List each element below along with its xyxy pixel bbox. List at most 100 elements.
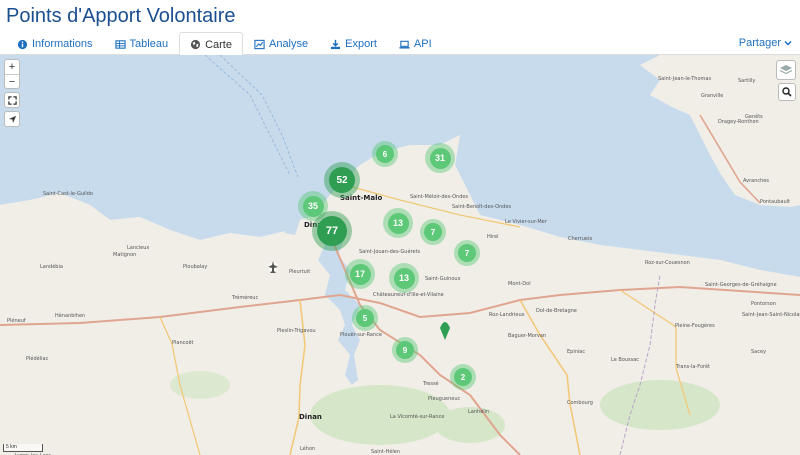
place-label: Hirel: [487, 234, 499, 240]
place-label: Roz-Landrieux: [489, 312, 525, 318]
zoom-out-button[interactable]: −: [5, 74, 19, 88]
marker-cluster[interactable]: 13: [383, 208, 413, 238]
marker-cluster[interactable]: 2: [450, 364, 476, 390]
laptop-icon: [399, 40, 410, 49]
tab-label: Informations: [32, 38, 93, 50]
map-view[interactable]: DinardSaint-MaloDinanSaint-Méloir-des-On…: [0, 55, 800, 455]
place-label: Saint-Benoît-des-Ondes: [452, 204, 512, 210]
download-icon: [331, 39, 341, 49]
cluster-count: 7: [458, 244, 476, 262]
share-dropdown[interactable]: Partager: [739, 37, 792, 49]
marker-cluster[interactable]: 7: [454, 240, 480, 266]
place-label: Dinan: [299, 413, 322, 421]
place-label: Trans-la-Forêt: [676, 364, 711, 370]
place-label: Plédéliac: [26, 356, 49, 362]
place-label: Granville: [701, 93, 724, 99]
tab-label: Analyse: [268, 38, 309, 50]
search-icon: [782, 87, 792, 97]
info-icon: [17, 39, 28, 49]
place-label: Pleine-Fougères: [675, 323, 715, 329]
place-label: Pleugueneuc: [428, 396, 461, 402]
place-label: Matignon: [113, 252, 137, 258]
place-label: Pleslin-Trigavou: [277, 328, 316, 334]
cluster-count: 17: [349, 263, 371, 285]
tab-informations[interactable]: Informations: [6, 32, 104, 55]
search-button[interactable]: [778, 83, 796, 101]
fullscreen-control: [4, 92, 20, 108]
place-label: Pontorson: [751, 301, 776, 307]
place-label: Lancieux: [127, 245, 150, 251]
place-label: Combourg: [567, 400, 593, 406]
place-label: Saint-Georges-de-Gréhaigne: [705, 282, 777, 288]
table-icon: [114, 39, 126, 49]
tab-label: API: [413, 38, 432, 50]
zoom-in-button[interactable]: +: [5, 60, 19, 74]
place-label: Sartilly: [738, 78, 756, 84]
place-label: Dol-de-Bretagne: [536, 308, 577, 314]
marker-cluster[interactable]: 17: [345, 259, 375, 289]
marker-cluster[interactable]: 7: [420, 219, 446, 245]
place-label: Pontaubault: [760, 199, 791, 205]
globe-icon: [190, 39, 201, 50]
place-label: Ploubalay: [183, 264, 208, 270]
layers-button[interactable]: [776, 60, 796, 80]
place-label: Avranches: [743, 178, 769, 184]
place-label: Roz-sur-Couesnon: [645, 260, 690, 266]
place-label: Saint-Méloir-des-Ondes: [410, 194, 469, 200]
place-label: Epiniac: [567, 349, 586, 355]
marker-cluster[interactable]: 13: [389, 263, 419, 293]
tab-label: Carte: [205, 38, 232, 51]
place-label: Hénanbihen: [55, 313, 86, 319]
cluster-count: 7: [424, 223, 442, 241]
zoom-control: + −: [4, 59, 20, 89]
tab-tableau[interactable]: Tableau: [104, 32, 180, 55]
place-label: Dragey-Ronthon: [718, 119, 759, 125]
place-label: Sacey: [751, 349, 767, 355]
place-label: Baguer-Morvan: [508, 333, 547, 339]
locate-control: [4, 111, 20, 127]
place-label: Saint-Jouan-des-Guérets: [359, 249, 421, 255]
fullscreen-button[interactable]: [5, 93, 19, 107]
fullscreen-icon: [7, 95, 17, 105]
place-label: Tréméreuc: [232, 295, 259, 301]
tab-label: Export: [345, 38, 377, 50]
place-label: Saint-Cast-le-Guildo: [43, 191, 93, 197]
cluster-count: 13: [393, 267, 415, 289]
marker-cluster[interactable]: 9: [392, 337, 418, 363]
locate-arrow-icon: [8, 115, 16, 123]
place-label: Léhon: [300, 446, 316, 452]
place-label: Le Vivier-sur-Mer: [505, 219, 547, 225]
chart-icon: [254, 39, 265, 49]
marker-cluster[interactable]: 31: [425, 143, 455, 173]
marker-cluster[interactable]: 6: [372, 141, 398, 167]
marker-cluster[interactable]: 52: [324, 162, 360, 198]
chevron-down-icon: [784, 40, 792, 46]
place-label: Lanhélin: [468, 409, 490, 415]
place-label: Le Boussac: [611, 357, 640, 363]
cluster-count: 2: [454, 368, 472, 386]
tab-export[interactable]: Export: [319, 32, 388, 55]
place-label: La Vicomté-sur-Rance: [390, 414, 445, 420]
place-label: Tressé: [423, 381, 439, 387]
tab-carte[interactable]: Carte: [179, 32, 243, 56]
tab-analyse[interactable]: Analyse: [243, 32, 319, 55]
scale-bar: 5 km: [3, 444, 43, 452]
cluster-count: 9: [396, 341, 414, 359]
app-header: Points d'Apport Volontaire Informations …: [0, 0, 800, 56]
locate-button[interactable]: [5, 112, 19, 126]
tab-label: Tableau: [129, 38, 169, 50]
place-label: Mont-Dol: [508, 281, 531, 287]
place-label: Cherrueix: [568, 236, 593, 242]
place-label: Châteauneuf-d'Ille-et-Vilaine: [373, 292, 444, 298]
place-label: Pleurtuit: [289, 269, 311, 275]
tab-api[interactable]: API: [388, 32, 443, 55]
place-label: Saint-Jean-le-Thomas: [658, 76, 712, 82]
marker-cluster[interactable]: 5: [352, 305, 378, 331]
page-title: Points d'Apport Volontaire: [6, 5, 236, 27]
cluster-count: 77: [317, 216, 347, 246]
cluster-count: 31: [429, 147, 451, 169]
cluster-count: 6: [376, 145, 394, 163]
marker-cluster[interactable]: 77: [312, 211, 352, 251]
place-label: Saint-Jean-Saint-Nicolas: [742, 312, 800, 318]
cluster-count: 52: [329, 167, 355, 193]
